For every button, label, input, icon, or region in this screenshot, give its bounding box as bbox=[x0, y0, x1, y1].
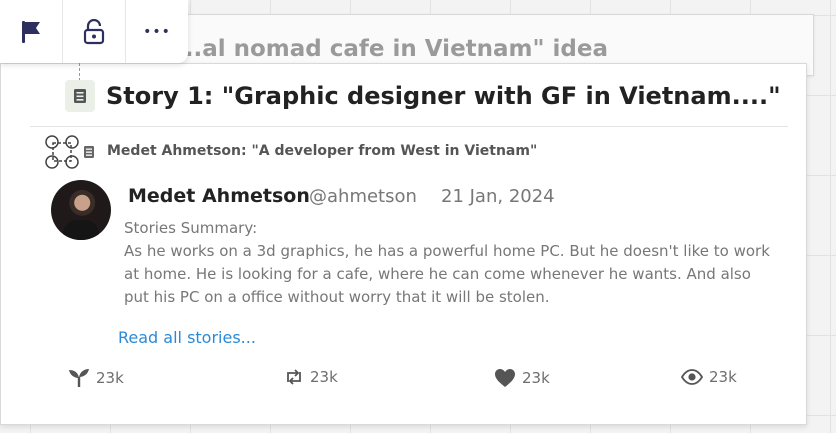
eye-icon bbox=[681, 369, 703, 385]
sprout-count: 23k bbox=[96, 369, 124, 387]
document-icon bbox=[74, 89, 86, 103]
author-handle[interactable]: @ahmetson bbox=[309, 186, 417, 207]
avatar[interactable] bbox=[51, 180, 111, 240]
summary-text: As he works on a 3d graphics, he has a p… bbox=[124, 242, 770, 306]
post-date: 21 Jan, 2024 bbox=[441, 186, 555, 207]
story-title: Story 1: "Graphic designer with GF in Vi… bbox=[106, 82, 781, 110]
repost-count: 23k bbox=[310, 368, 338, 386]
card-connector bbox=[79, 63, 81, 81]
story-icon-badge bbox=[65, 80, 95, 112]
heart-icon bbox=[495, 369, 515, 387]
document-icon bbox=[84, 146, 94, 158]
card-toolbar: ••• bbox=[0, 0, 188, 63]
group-select-icon[interactable] bbox=[44, 134, 80, 170]
sub-story-title: Medet Ahmetson: "A developer from West i… bbox=[107, 143, 538, 159]
views-count: 23k bbox=[709, 368, 737, 386]
more-icon: ••• bbox=[143, 23, 171, 40]
unlock-icon bbox=[83, 18, 105, 44]
divider bbox=[30, 126, 788, 127]
unlock-button[interactable] bbox=[63, 0, 126, 63]
flag-icon bbox=[22, 20, 40, 43]
summary-label: Stories Summary: bbox=[124, 219, 258, 237]
like-count: 23k bbox=[522, 369, 550, 387]
repost-icon bbox=[287, 369, 301, 385]
repost-stat[interactable]: 23k bbox=[284, 368, 338, 386]
more-options-button[interactable]: ••• bbox=[126, 0, 188, 63]
author-name[interactable]: Medet Ahmetson bbox=[128, 185, 310, 207]
views-stat[interactable]: 23k bbox=[681, 368, 737, 386]
flag-button[interactable] bbox=[0, 0, 63, 63]
read-all-stories-link[interactable]: Read all stories... bbox=[118, 328, 256, 347]
sprout-icon bbox=[69, 369, 89, 387]
background-card-title: ...al nomad cafe in Vietnam" idea bbox=[176, 36, 608, 62]
like-stat[interactable]: 23k bbox=[494, 368, 550, 388]
sprout-stat[interactable]: 23k bbox=[68, 368, 124, 388]
